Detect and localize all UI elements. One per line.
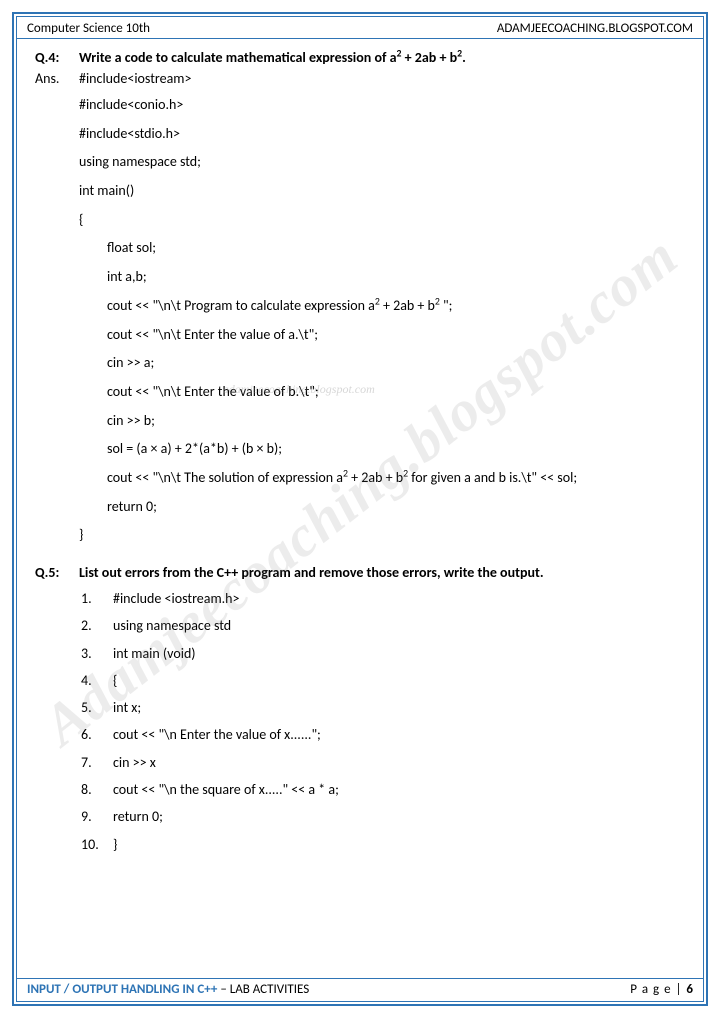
ans-label: Ans. bbox=[35, 70, 79, 87]
list-num: 8. bbox=[79, 776, 107, 803]
code-text: for given a and b is.\t" << sol; bbox=[408, 469, 577, 486]
header-right: ADAMJEECOACHING.BLOGSPOT.COM bbox=[497, 21, 693, 36]
code-line: } bbox=[79, 521, 685, 550]
q4-row: Q.4: Write a code to calculate mathemati… bbox=[35, 49, 685, 66]
q4-label: Q.4: bbox=[35, 49, 79, 66]
list-num: 6. bbox=[79, 721, 107, 748]
page-header: Computer Science 10th ADAMJEECOACHING.BL… bbox=[17, 17, 703, 39]
list-code: int main (void) bbox=[107, 640, 685, 667]
list-item: 10.} bbox=[79, 831, 685, 858]
code-text: + 2ab + b bbox=[348, 469, 403, 486]
q4-text-3: . bbox=[462, 49, 466, 66]
list-num: 9. bbox=[79, 803, 107, 830]
code-text: + 2ab + b bbox=[380, 297, 435, 314]
q4-question: Write a code to calculate mathematical e… bbox=[79, 49, 685, 66]
code-line: cout << "\n\t Enter the value of b.\t"; bbox=[107, 378, 685, 407]
code-line: cout << "\n\t Program to calculate expre… bbox=[107, 292, 685, 321]
q4-code-line-1: #include<iostream> bbox=[79, 70, 685, 87]
list-code: cin >> x bbox=[107, 749, 685, 776]
code-line: cin >> b; bbox=[107, 407, 685, 436]
list-item: 8.cout << "\n the square of x....." << a… bbox=[79, 776, 685, 803]
page-footer: INPUT / OUTPUT HANDLING IN C++ – LAB ACT… bbox=[17, 978, 703, 1001]
code-line: int main() bbox=[79, 177, 685, 206]
q4-text-2: + 2ab + b bbox=[401, 49, 457, 66]
code-line: cout << "\n\t Enter the value of a.\t"; bbox=[107, 321, 685, 350]
code-line: { bbox=[79, 206, 685, 235]
code-line: cin >> a; bbox=[107, 349, 685, 378]
code-line: using namespace std; bbox=[79, 148, 685, 177]
list-item: 9.return 0; bbox=[79, 803, 685, 830]
q5-row: Q.5: List out errors from the C++ progra… bbox=[35, 564, 685, 581]
code-text: "; bbox=[440, 297, 453, 314]
list-item: 6.cout << "\n Enter the value of x......… bbox=[79, 721, 685, 748]
list-code: cout << "\n the square of x....." << a *… bbox=[107, 776, 685, 803]
code-line: sol = (a × a) + 2*(a*b) + (b × b); bbox=[107, 435, 685, 464]
footer-title: INPUT / OUTPUT HANDLING IN C++ bbox=[27, 982, 217, 997]
list-code: return 0; bbox=[107, 803, 685, 830]
inner-border: Computer Science 10th ADAMJEECOACHING.BL… bbox=[16, 16, 704, 1002]
code-line: float sol; bbox=[107, 234, 685, 263]
q4-ans-row: Ans. #include<iostream> bbox=[35, 70, 685, 87]
list-code: } bbox=[107, 831, 685, 858]
list-code: using namespace std bbox=[107, 612, 685, 639]
list-item: 1.#include <iostream.h> bbox=[79, 585, 685, 612]
footer-right: P a g e | 6 bbox=[630, 982, 693, 997]
code-line: return 0; bbox=[107, 493, 685, 522]
footer-subtitle: – LAB ACTIVITIES bbox=[217, 982, 309, 997]
code-text: cout << "\n\t Program to calculate expre… bbox=[107, 297, 375, 314]
page: Computer Science 10th ADAMJEECOACHING.BL… bbox=[0, 0, 720, 1018]
q5-list: 1.#include <iostream.h> 2.using namespac… bbox=[79, 585, 685, 858]
code-line: int a,b; bbox=[107, 263, 685, 292]
list-num: 7. bbox=[79, 749, 107, 776]
page-label: P a g e | bbox=[630, 982, 686, 997]
header-left: Computer Science 10th bbox=[27, 21, 150, 36]
spacer bbox=[35, 550, 685, 564]
q5-question: List out errors from the C++ program and… bbox=[79, 564, 685, 581]
q4-text-1: Write a code to calculate mathematical e… bbox=[79, 49, 396, 66]
list-code: cout << "\n Enter the value of x......"; bbox=[107, 721, 685, 748]
list-code: #include <iostream.h> bbox=[107, 585, 685, 612]
code-text: cout << "\n\t The solution of expression… bbox=[107, 469, 343, 486]
list-item: 3.int main (void) bbox=[79, 640, 685, 667]
code-line: cout << "\n\t The solution of expression… bbox=[107, 464, 685, 493]
list-num: 4. bbox=[79, 667, 107, 694]
list-item: 2.using namespace std bbox=[79, 612, 685, 639]
list-item: 7.cin >> x bbox=[79, 749, 685, 776]
content-area: Adamjeecoaching.blogspot.com adamjeecoac… bbox=[17, 39, 703, 978]
list-code: int x; bbox=[107, 694, 685, 721]
list-code: { bbox=[107, 667, 685, 694]
q4-code: #include<conio.h> #include<stdio.h> usin… bbox=[79, 91, 685, 550]
code-line: #include<stdio.h> bbox=[79, 120, 685, 149]
q5-label: Q.5: bbox=[35, 564, 79, 581]
list-num: 1. bbox=[79, 585, 107, 612]
list-num: 2. bbox=[79, 612, 107, 639]
list-item: 5.int x; bbox=[79, 694, 685, 721]
footer-left: INPUT / OUTPUT HANDLING IN C++ – LAB ACT… bbox=[27, 982, 309, 997]
list-num: 3. bbox=[79, 640, 107, 667]
outer-border: Computer Science 10th ADAMJEECOACHING.BL… bbox=[12, 12, 708, 1006]
page-number: 6 bbox=[686, 982, 693, 997]
code-line: #include<conio.h> bbox=[79, 91, 685, 120]
list-num: 10. bbox=[79, 831, 107, 858]
list-num: 5. bbox=[79, 694, 107, 721]
list-item: 4.{ bbox=[79, 667, 685, 694]
